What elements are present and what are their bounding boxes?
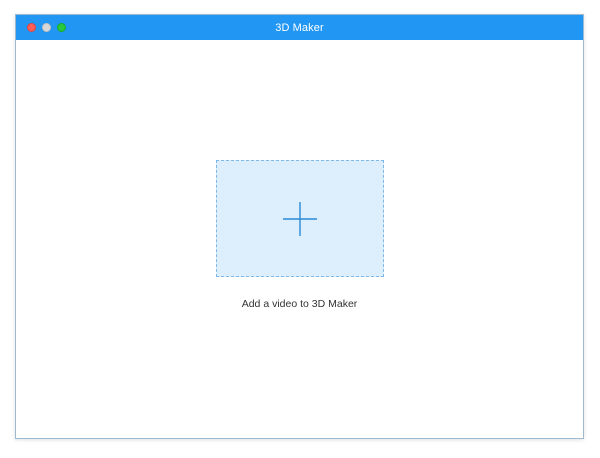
add-video-hint: Add a video to 3D Maker [241, 298, 358, 310]
window-controls [27, 23, 66, 32]
maximize-window-button[interactable] [57, 23, 66, 32]
close-window-button[interactable] [27, 23, 36, 32]
window-title: 3D Maker [275, 21, 324, 34]
add-video-dropzone[interactable] [216, 160, 384, 277]
minimize-window-button[interactable] [42, 23, 51, 32]
app-window: 3D Maker Add a video to 3D Maker [15, 14, 584, 439]
plus-icon [283, 201, 317, 236]
title-bar[interactable]: 3D Maker [16, 15, 583, 40]
